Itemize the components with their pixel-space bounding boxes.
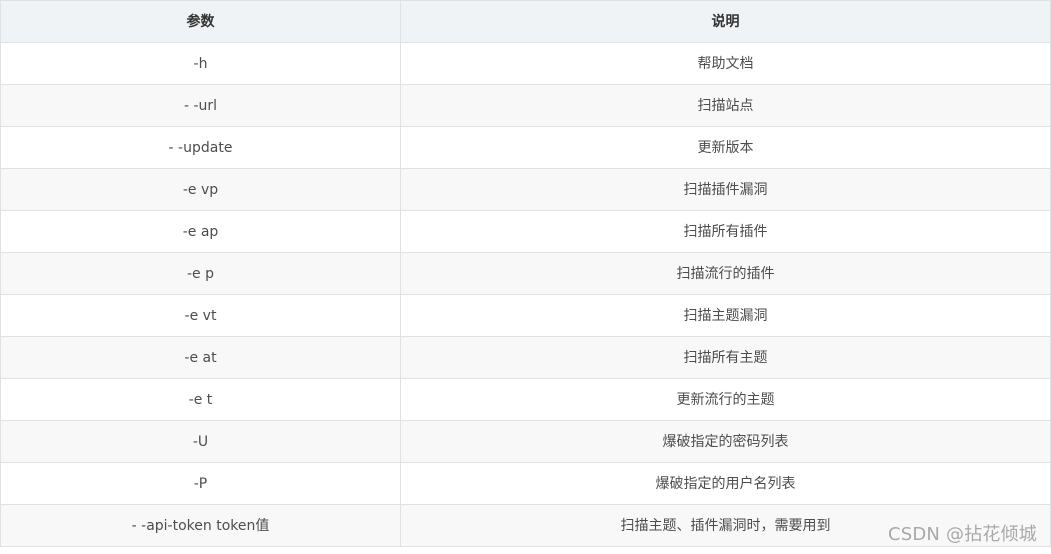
table-row: -e t 更新流行的主题	[0, 378, 1051, 421]
table-row: -e ap 扫描所有插件	[0, 210, 1051, 253]
table-row: -U 爆破指定的密码列表	[0, 420, 1051, 463]
table-row: -e at 扫描所有主题	[0, 336, 1051, 379]
param-cell: - -url	[0, 84, 401, 127]
description-cell: 更新版本	[400, 126, 1051, 169]
table-header-row: 参数 说明	[0, 0, 1051, 43]
description-cell: 扫描所有主题	[400, 336, 1051, 379]
header-param: 参数	[0, 0, 401, 43]
param-cell: -e p	[0, 252, 401, 295]
param-cell: -e vt	[0, 294, 401, 337]
description-cell: 爆破指定的用户名列表	[400, 462, 1051, 505]
csdn-watermark: CSDN @拈花倾城	[887, 524, 1037, 545]
table-row: -P 爆破指定的用户名列表	[0, 462, 1051, 505]
param-cell: -h	[0, 42, 401, 85]
param-cell: -e ap	[0, 210, 401, 253]
description-cell: 扫描所有插件	[400, 210, 1051, 253]
param-cell: -P	[0, 462, 401, 505]
description-cell: 爆破指定的密码列表	[400, 420, 1051, 463]
table-row: - -update 更新版本	[0, 126, 1051, 169]
table-row: -h 帮助文档	[0, 42, 1051, 85]
table-row: - -url 扫描站点	[0, 84, 1051, 127]
params-table: 参数 说明 -h 帮助文档 - -url 扫描站点 - -update 更新版本…	[0, 0, 1051, 547]
param-cell: -U	[0, 420, 401, 463]
table-row: -e vt 扫描主题漏洞	[0, 294, 1051, 337]
description-cell: 扫描插件漏洞	[400, 168, 1051, 211]
param-cell: -e at	[0, 336, 401, 379]
param-cell: -e vp	[0, 168, 401, 211]
header-description: 说明	[400, 0, 1051, 43]
table-row: -e p 扫描流行的插件	[0, 252, 1051, 295]
description-cell: 扫描主题漏洞	[400, 294, 1051, 337]
param-cell: - -api-token token值	[0, 504, 401, 547]
description-cell: 更新流行的主题	[400, 378, 1051, 421]
description-cell: 帮助文档	[400, 42, 1051, 85]
param-cell: - -update	[0, 126, 401, 169]
description-cell: 扫描流行的插件	[400, 252, 1051, 295]
param-cell: -e t	[0, 378, 401, 421]
table-row: -e vp 扫描插件漏洞	[0, 168, 1051, 211]
description-cell: 扫描站点	[400, 84, 1051, 127]
